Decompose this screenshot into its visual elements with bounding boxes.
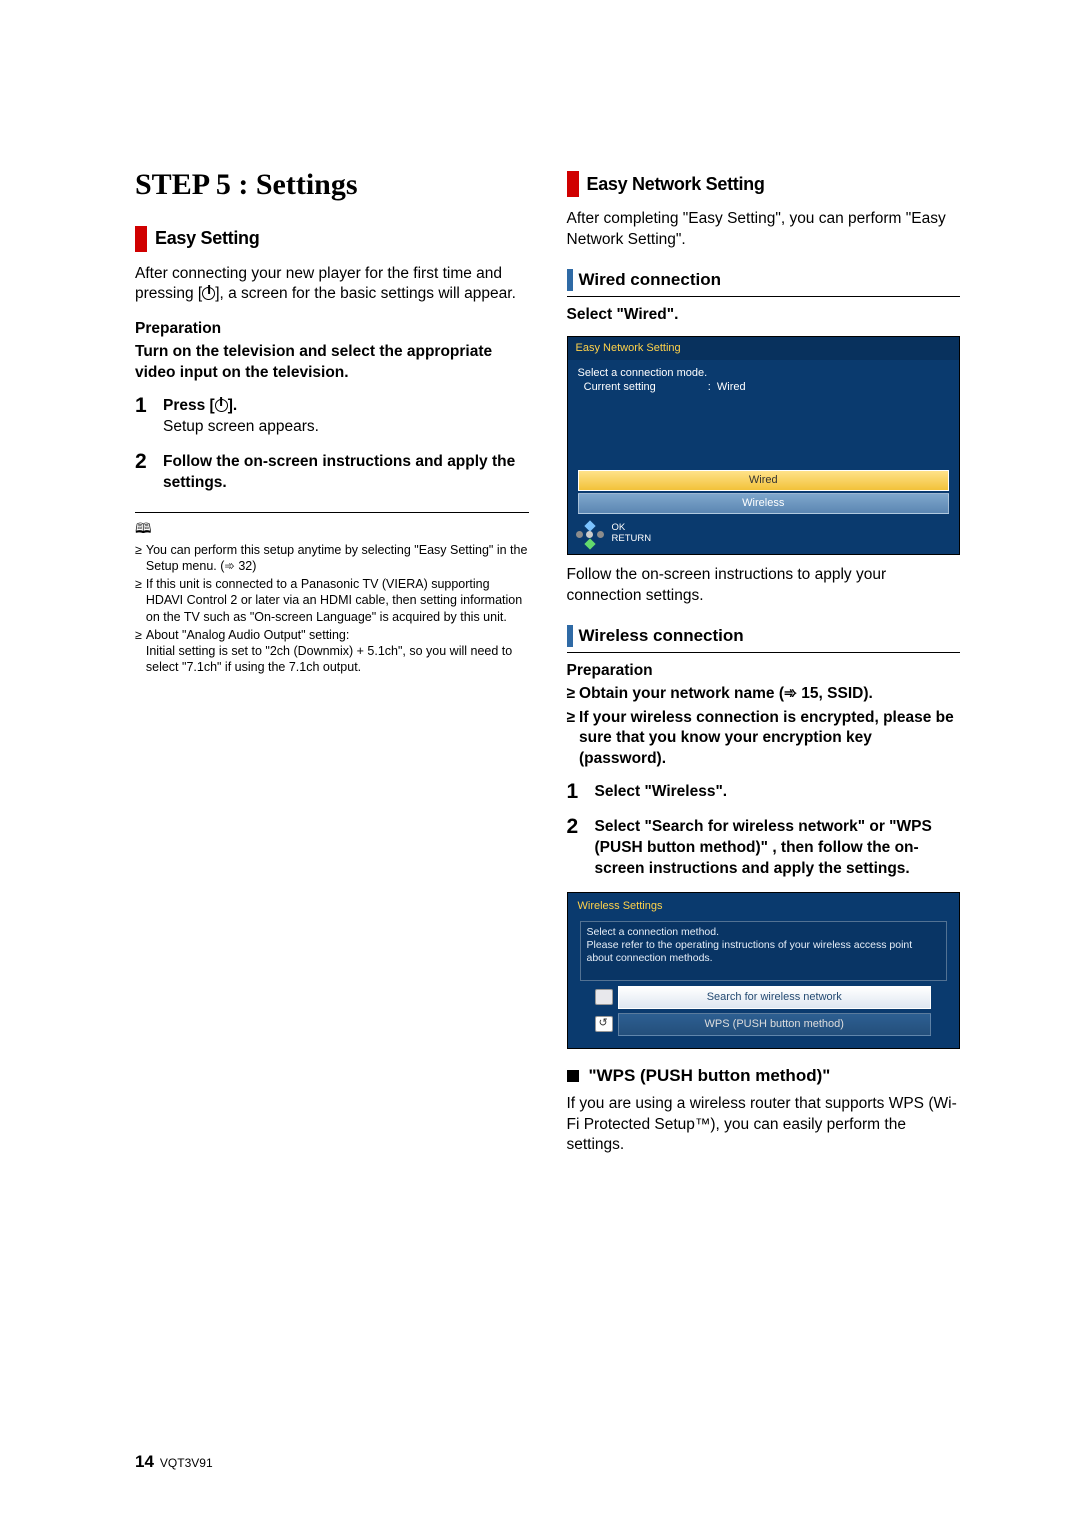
wireless-step2: Select "Search for wireless network" or …: [595, 815, 961, 880]
option-wired: Wired: [578, 470, 950, 491]
bullet1: Obtain your network name (➾ 15, SSID).: [579, 684, 873, 705]
screen-line1: Select a connection mode.: [578, 366, 950, 381]
power-icon: [202, 287, 215, 300]
manual-page: STEP 5 : Settings Easy Setting After con…: [0, 0, 1080, 1226]
cur-setting-label: Current setting: [584, 381, 656, 393]
wps-body: If you are using a wireless router that …: [567, 1094, 961, 1157]
wps-heading: "WPS (PUSH button method)": [567, 1065, 961, 1088]
easy-setting-heading: Easy Setting: [135, 226, 529, 252]
easy-setting-steps: 1 Press []. Setup screen appears. 2 Foll…: [135, 394, 529, 494]
notes-list: You can perform this setup anytime by se…: [135, 542, 529, 676]
wireless-heading: Wireless connection: [567, 625, 961, 653]
step-body: Press []. Setup screen appears.: [163, 394, 529, 438]
page-number: 14: [135, 1452, 154, 1471]
step-number: 2: [567, 815, 595, 880]
step-number: 1: [567, 780, 595, 803]
note-book-icon: 🕮: [135, 519, 152, 538]
red-bar-icon: [567, 171, 579, 197]
preparation-text: Turn on the television and select the ap…: [135, 342, 529, 384]
footer-labels: OK RETURN: [612, 523, 652, 544]
two-column-layout: STEP 5 : Settings Easy Setting After con…: [135, 165, 960, 1166]
divider: [135, 512, 529, 513]
easy-network-label: Easy Network Setting: [587, 172, 765, 196]
return-label: RETURN: [612, 534, 652, 544]
wps-heading-text: "WPS (PUSH button method)": [589, 1066, 831, 1085]
easy-setting-label: Easy Setting: [155, 226, 259, 250]
screen-line2: Current setting : Wired: [578, 380, 950, 395]
wireless-label: Wireless connection: [579, 625, 744, 652]
screen-footer: OK RETURN: [568, 516, 960, 554]
option-search: Search for wireless network: [618, 986, 932, 1009]
screen-options: Wired Wireless: [578, 470, 950, 514]
step1-bold-b: ].: [228, 397, 237, 414]
step-item: 1 Select "Wireless".: [567, 780, 961, 803]
easy-setting-intro: After connecting your new player for the…: [135, 264, 529, 306]
preparation-label: Preparation: [135, 319, 529, 340]
step-item: 1 Press []. Setup screen appears.: [135, 394, 529, 438]
note-item: If this unit is connected to a Panasonic…: [135, 576, 529, 625]
screen2-instructions: Select a connection method. Please refer…: [580, 921, 948, 981]
note3: About "Analog Audio Output" setting: Ini…: [146, 627, 529, 676]
note2: If this unit is connected to a Panasonic…: [146, 576, 529, 625]
black-square-icon: [567, 1070, 579, 1082]
blue-tick-icon: [567, 269, 573, 291]
step-number: 1: [135, 394, 163, 438]
easy-network-screen: Easy Network Setting Select a connection…: [567, 336, 961, 555]
bullet2: If your wireless connection is encrypted…: [579, 708, 960, 771]
red-bar-icon: [135, 226, 147, 252]
intro-part2: ], a screen for the basic settings will …: [215, 285, 516, 302]
right-column: Easy Network Setting After completing "E…: [567, 165, 961, 1166]
note-item: You can perform this setup anytime by se…: [135, 542, 529, 575]
wireless-step1: Select "Wireless".: [595, 780, 961, 803]
step-title: STEP 5 : Settings: [135, 165, 529, 206]
wireless-prep-label: Preparation: [567, 661, 961, 682]
wired-label: Wired connection: [579, 269, 721, 296]
cur-setting-value: : Wired: [708, 381, 746, 393]
wired-heading: Wired connection: [567, 269, 961, 297]
step-item: 2 Select "Search for wireless network" o…: [567, 815, 961, 880]
screen-body: Select a connection mode. Current settin…: [568, 360, 960, 516]
option-wireless: Wireless: [578, 493, 950, 514]
easy-network-intro: After completing "Easy Setting", you can…: [567, 209, 961, 251]
power-icon: [215, 399, 228, 412]
bullet-item: If your wireless connection is encrypted…: [567, 708, 961, 771]
blue-tick-icon: [567, 625, 573, 647]
step1-bold-a: Press [: [163, 397, 215, 414]
step2-bold: Follow the on-screen instructions and ap…: [163, 450, 529, 494]
left-column: STEP 5 : Settings Easy Setting After con…: [135, 165, 529, 1166]
note-item: About "Analog Audio Output" setting: Ini…: [135, 627, 529, 676]
wireless-steps: 1 Select "Wireless". 2 Select "Search fo…: [567, 780, 961, 880]
note1: You can perform this setup anytime by se…: [146, 542, 529, 575]
screen-title: Easy Network Setting: [568, 337, 960, 360]
page-footer: 14 VQT3V91: [135, 1451, 213, 1474]
step-item: 2 Follow the on-screen instructions and …: [135, 450, 529, 494]
doc-code: VQT3V91: [160, 1456, 213, 1470]
select-wired: Select "Wired".: [567, 305, 961, 326]
wired-after: Follow the on-screen instructions to app…: [567, 565, 961, 607]
easy-network-heading: Easy Network Setting: [567, 171, 961, 197]
dpad-icon: [576, 522, 606, 546]
option-wps: WPS (PUSH button method): [618, 1013, 932, 1036]
wireless-settings-screen: Wireless Settings Select a connection me…: [567, 892, 961, 1049]
bullet-item: Obtain your network name (➾ 15, SSID).: [567, 684, 961, 705]
wireless-prep-bullets: Obtain your network name (➾ 15, SSID). I…: [567, 684, 961, 771]
step-number: 2: [135, 450, 163, 494]
step1-desc: Setup screen appears.: [163, 418, 319, 435]
screen2-title: Wireless Settings: [568, 893, 960, 916]
